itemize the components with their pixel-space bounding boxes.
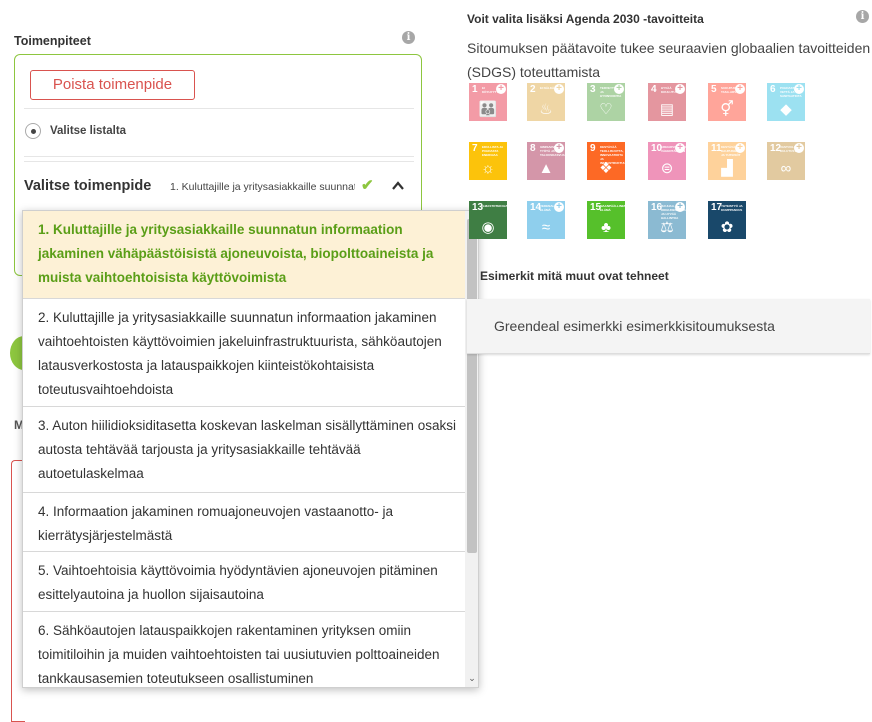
sdg-tile[interactable]: 9 KESTÄVÄÄ TEOLLISUUTTA, INNOVAATIOITA JA…: [587, 142, 634, 180]
dropdown-option[interactable]: 4. Informaation jakaminen romuajoneuvoje…: [23, 493, 465, 552]
divider: [24, 156, 414, 157]
sdg-number: 1: [472, 84, 478, 95]
scrollbar-thumb[interactable]: [467, 219, 477, 553]
add-icon[interactable]: +: [496, 84, 506, 94]
chevron-up-icon[interactable]: [390, 178, 406, 194]
sdg-name: ILMASTOTEKOJA: [482, 204, 508, 208]
bowl-icon: ♨: [539, 101, 553, 118]
sdg-tile[interactable]: 12 VASTUULLISTA KULUTUSTA + ∞: [767, 142, 805, 180]
info-icon[interactable]: i: [402, 31, 415, 44]
remove-measure-button[interactable]: Poista toimenpide: [30, 70, 195, 100]
sdg-tile[interactable]: 7 EDULLISTA JA PUHDASTA ENERGIAA ☼: [469, 142, 507, 180]
people-icon: 👪: [478, 101, 498, 118]
sdg-tile[interactable]: 2 EI NÄLKÄÄ + ♨: [527, 83, 565, 121]
agenda-description: Sitoumuksen päätavoite tukee seuraavien …: [467, 40, 871, 80]
add-icon[interactable]: +: [735, 84, 745, 94]
sdg-number: 2: [530, 84, 536, 95]
sdg-number: 11: [711, 143, 722, 154]
infinity-icon: ∞: [780, 160, 792, 177]
dove-icon: ⚖: [660, 219, 674, 236]
measure-dropdown-list[interactable]: 1. Kuluttajille ja yritysasiakkaille suu…: [22, 210, 479, 688]
sdg-tile[interactable]: 6 PUHDASTA VETTÄ JA SANITAATIOTA + ◆: [767, 83, 805, 121]
city-icon: ▟: [721, 160, 733, 177]
add-icon[interactable]: +: [675, 143, 685, 153]
growth-chart-icon: ▲: [538, 160, 554, 177]
add-icon[interactable]: +: [614, 84, 624, 94]
info-icon[interactable]: i: [856, 10, 869, 23]
dropdown-option[interactable]: 6. Sähköautojen latauspaikkojen rakentam…: [23, 612, 465, 687]
sdg-number: 8: [530, 143, 536, 154]
fish-icon: ≈: [541, 219, 551, 236]
add-icon[interactable]: +: [554, 143, 564, 153]
radio-label: Valitse listalta: [50, 125, 127, 137]
example-card[interactable]: Greendeal esimerkki esimerkkisitoumukses…: [467, 299, 870, 354]
select-from-list-radio[interactable]: [25, 123, 41, 139]
heartbeat-icon: ♡: [599, 101, 613, 118]
sdg-tile[interactable]: 11 KESTÄVÄT KAUPUNGIT JA YHTEISÖT + ▟: [708, 142, 746, 180]
sun-icon: ☼: [481, 160, 495, 177]
dropdown-option[interactable]: 2. Kuluttajille ja yritysasiakkaille suu…: [23, 299, 465, 407]
water-drop-icon: ◆: [780, 101, 792, 118]
sdg-number: 6: [770, 84, 776, 95]
add-icon[interactable]: +: [554, 202, 564, 212]
sdg-name: EDULLISTA JA PUHDASTA ENERGIAA: [482, 145, 504, 157]
sdg-number: 3: [590, 84, 596, 95]
sdg-tile[interactable]: 17 YHTEISTYÖ JA KUMPPANUUS ✿: [708, 201, 746, 239]
sdg-tile[interactable]: 15 MAANPÄÄLLINEN ELÄMÄ ♣: [587, 201, 627, 239]
sdg-tile[interactable]: 1 EI KÖYHYYTTÄ + 👪: [469, 83, 507, 121]
select-measure-value[interactable]: 1. Kuluttajille ja yritysasiakkaille suu…: [170, 181, 355, 193]
add-icon[interactable]: +: [794, 143, 804, 153]
sdg-tile[interactable]: 10EREIARVOISUUDEN VÄHENTÄMINEN+⊜: [648, 142, 690, 180]
tree-icon: ♣: [601, 219, 611, 236]
eye-icon: ◉: [481, 219, 495, 236]
add-icon[interactable]: +: [735, 143, 745, 153]
agenda-title: Voit valita lisäksi Agenda 2030 -tavoitt…: [467, 12, 704, 26]
sdg-name: YHTEISTYÖ JA KUMPPANUUS: [721, 204, 743, 212]
add-icon[interactable]: +: [675, 202, 685, 212]
rings-icon: ✿: [720, 219, 734, 236]
book-icon: ▤: [659, 101, 675, 118]
scroll-down-icon[interactable]: ⌄: [465, 671, 478, 685]
sdg-tile[interactable]: 16RAUHAA, OIKEUDENMUKAISUUTTA JA HYVÄÄ H…: [648, 201, 699, 239]
sdg-name: MAANPÄÄLLINEN ELÄMÄ: [600, 204, 627, 212]
select-measure-label: Valitse toimenpide: [24, 178, 152, 194]
gender-icon: ⚥: [720, 101, 734, 118]
sdg-number: 4: [651, 84, 657, 95]
sdg-tile[interactable]: 4 HYVÄÄ KOULUTUSTA + ▤: [648, 83, 686, 121]
add-icon[interactable]: +: [794, 84, 804, 94]
sdg-tile[interactable]: 3 TERVEYTTÄ JA HYVINVOINTIA + ♡: [587, 83, 625, 121]
sdg-tile[interactable]: 8 IHMISARVOISTA TYÖTÄ JA TALOUSKASVUA + ▲: [527, 142, 565, 180]
sdg-tile[interactable]: 13 ILMASTOTEKOJA ◉: [469, 201, 508, 239]
equal-icon: ⊜: [660, 160, 674, 177]
divider: [24, 161, 414, 162]
sdg-number: 7: [472, 143, 478, 154]
examples-title: Esimerkit mitä muut ovat tehneet: [480, 269, 669, 283]
add-icon[interactable]: +: [554, 84, 564, 94]
dropdown-option[interactable]: 5. Vaihtoehtoisia käyttövoimia hyödyntäv…: [23, 552, 465, 612]
sdg-tile[interactable]: 5 SUKUPUOLTEN TASA-ARVO + ⚥: [708, 83, 746, 121]
section-title: Toimenpiteet: [14, 34, 91, 48]
dropdown-option[interactable]: 1. Kuluttajille ja yritysasiakkaille suu…: [23, 211, 465, 299]
sdg-tile[interactable]: 14 VEDENALAINEN ELÄMÄ + ≈: [527, 201, 565, 239]
checkmark-icon: ✔: [361, 177, 374, 194]
cubes-icon: ❖: [599, 160, 613, 177]
add-icon[interactable]: +: [675, 84, 685, 94]
dropdown-option[interactable]: 3. Auton hiilidioksiditasetta koskevan l…: [23, 407, 465, 493]
sdg-number: 9: [590, 143, 596, 154]
divider: [24, 108, 414, 109]
sdg-number: 5: [711, 84, 717, 95]
